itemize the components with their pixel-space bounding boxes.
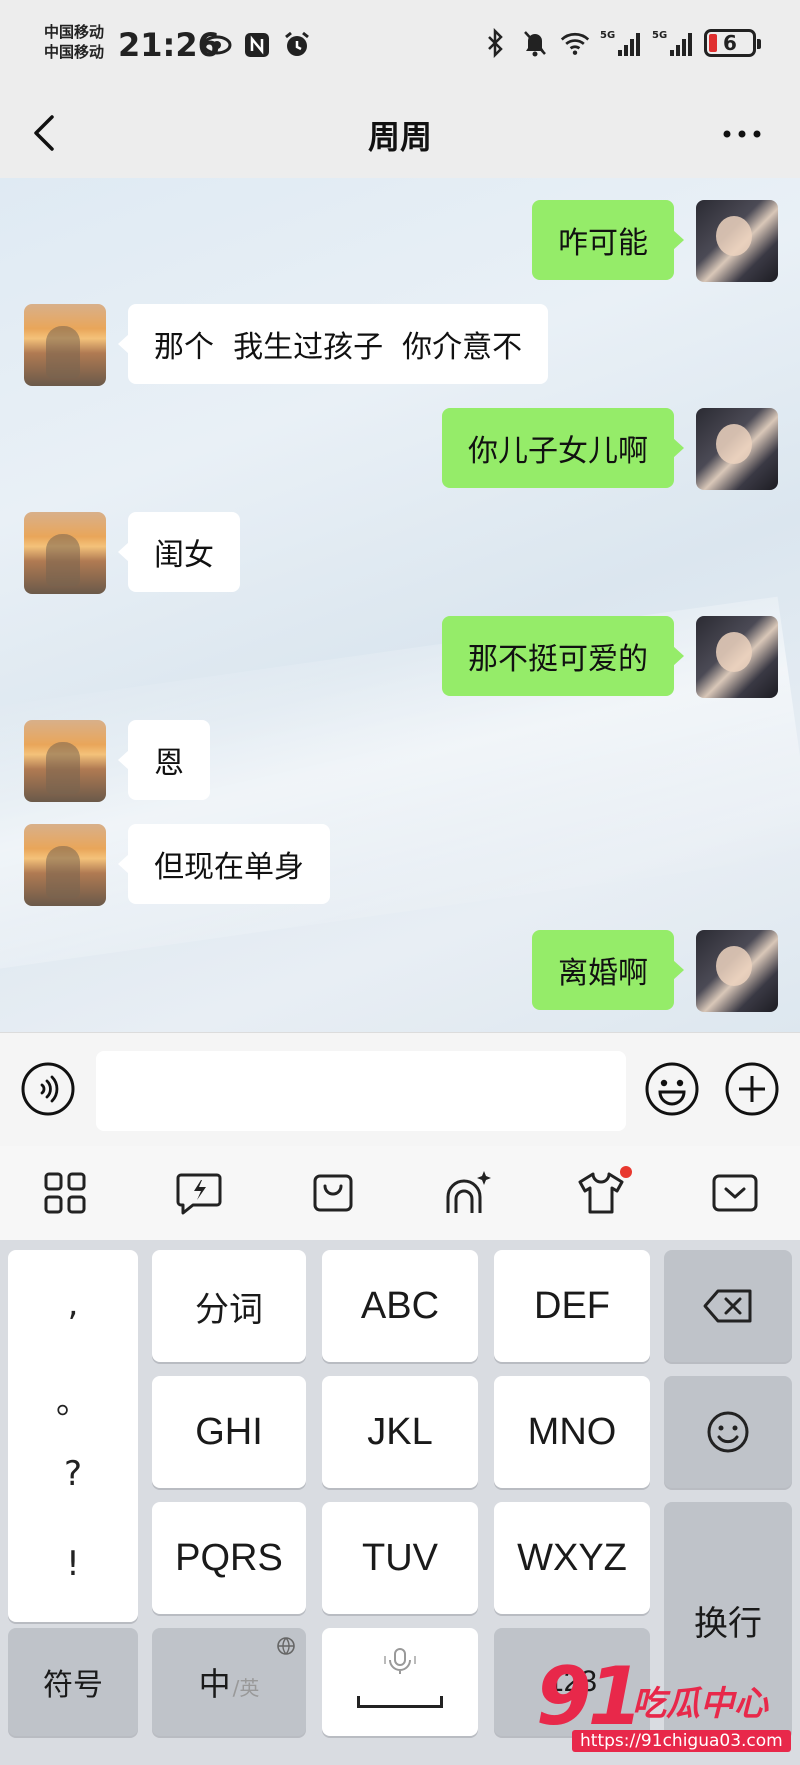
key-ghi[interactable]: GHI (152, 1376, 306, 1488)
emoji-icon (645, 1062, 699, 1116)
numbers-key[interactable]: 123 (494, 1628, 650, 1736)
key-def[interactable]: DEF (494, 1250, 650, 1362)
bag-icon (313, 1174, 353, 1212)
chat-title: 周周 (367, 118, 432, 156)
message-item: 但现在单身 (24, 824, 330, 906)
my-avatar[interactable] (696, 200, 778, 282)
plus-circle-icon (725, 1062, 779, 1116)
message-bubble-sent[interactable]: 你儿子女儿啊 (442, 408, 684, 488)
key-mno[interactable]: MNO (494, 1376, 650, 1488)
battery-indicator: 6 (704, 29, 761, 57)
status-icons-left (202, 30, 312, 60)
mute-bell-icon (520, 28, 550, 58)
hide-keyboard-button[interactable] (706, 1164, 764, 1222)
backspace-key[interactable] (664, 1250, 792, 1362)
emoji-button[interactable] (644, 1061, 700, 1117)
eye-icon (202, 30, 232, 60)
key-abc[interactable]: ABC (322, 1250, 478, 1362)
t9-keyboard: , 。 ? ! 分词 ABC DEF GHI JKL MNO PQRS TUV … (0, 1240, 800, 1765)
message-item: 那不挺可爱的 (442, 616, 778, 698)
keyboard-skin-button[interactable] (572, 1164, 632, 1222)
svg-text:5G: 5G (600, 30, 615, 41)
message-item: 那个 我生过孩子 你介意不 (24, 304, 549, 386)
status-icons-right: 5G 5G 6 (480, 28, 761, 58)
alarm-icon (282, 30, 312, 60)
keyboard-menu-button[interactable] (36, 1164, 94, 1222)
voice-icon (21, 1062, 75, 1116)
quick-reply-button[interactable] (170, 1164, 228, 1222)
contact-avatar[interactable] (24, 512, 106, 594)
notification-dot (620, 1166, 632, 1178)
signal-2-icon: 5G (652, 28, 694, 58)
punct-exclaim[interactable]: ! (8, 1544, 138, 1584)
contact-avatar[interactable] (24, 304, 106, 386)
key-pqrs[interactable]: PQRS (152, 1502, 306, 1614)
more-options-button[interactable] (714, 112, 770, 156)
chevron-down-box-icon (712, 1174, 758, 1212)
more-functions-button[interactable] (724, 1061, 780, 1117)
punct-comma[interactable]: , (8, 1284, 138, 1324)
clipboard-button[interactable] (304, 1164, 362, 1222)
key-wxyz[interactable]: WXYZ (494, 1502, 650, 1614)
key-tuv[interactable]: TUV (322, 1502, 478, 1614)
punctuation-column[interactable]: , 。 ? ! (8, 1250, 138, 1622)
message-bubble-received[interactable]: 恩 (118, 720, 210, 800)
more-dots-icon (723, 130, 761, 138)
my-avatar[interactable] (696, 616, 778, 698)
space-bar-icon (357, 1696, 443, 1708)
punct-question[interactable]: ? (8, 1454, 138, 1494)
message-item: 闺女 (24, 512, 240, 594)
carrier-1: 中国移动 (44, 23, 105, 41)
message-text-input[interactable] (96, 1051, 626, 1131)
contact-avatar[interactable] (24, 720, 106, 802)
symbols-key[interactable]: 符号 (8, 1628, 138, 1736)
lightning-chat-icon (176, 1173, 222, 1215)
message-bubble-received[interactable]: 闺女 (118, 512, 240, 592)
carrier-labels: 中国移动 中国移动 (44, 22, 104, 62)
emoji-key[interactable] (664, 1376, 792, 1488)
backspace-icon (703, 1289, 752, 1323)
key-segment[interactable]: 分词 (152, 1250, 306, 1362)
wifi-icon (560, 28, 590, 58)
message-item: 离婚啊 (532, 930, 778, 1012)
nfc-icon (242, 30, 272, 60)
space-key[interactable] (322, 1628, 478, 1736)
bluetooth-icon (480, 28, 510, 58)
message-bubble-sent[interactable]: 咋可能 (532, 200, 684, 280)
chat-message-list[interactable]: 咋可能 那个 我生过孩子 你介意不 你儿子女儿啊 闺女 那不挺可爱的 恩 但现在… (0, 178, 800, 1032)
enter-key[interactable]: 换行 (664, 1502, 792, 1738)
message-item: 恩 (24, 720, 210, 802)
contact-avatar[interactable] (24, 824, 106, 906)
microphone-icon (384, 1648, 416, 1674)
carrier-2: 中国移动 (44, 43, 105, 61)
svg-text:5G: 5G (652, 30, 667, 41)
status-bar: 中国移动 中国移动 21:26 5G 5G 6 (0, 0, 800, 92)
message-bubble-received[interactable]: 但现在单身 (118, 824, 330, 904)
message-item: 咋可能 (532, 200, 778, 282)
my-avatar[interactable] (696, 930, 778, 1012)
key-jkl[interactable]: JKL (322, 1376, 478, 1488)
tshirt-icon (578, 1172, 624, 1214)
lang-en-label: /英 (232, 1675, 260, 1700)
my-avatar[interactable] (696, 408, 778, 490)
keyboard-toolbar (0, 1146, 800, 1240)
message-bubble-received[interactable]: 那个 我生过孩子 你介意不 (117, 304, 549, 384)
signal-1-icon: 5G (600, 28, 642, 58)
message-item: 你儿子女儿啊 (442, 408, 778, 490)
grid-icon (44, 1172, 86, 1214)
message-input-bar (0, 1032, 800, 1146)
voice-input-button[interactable] (20, 1061, 76, 1117)
message-bubble-sent[interactable]: 离婚啊 (532, 930, 684, 1010)
lang-zh-label: 中 (198, 1665, 231, 1703)
sparkle-arch-icon (446, 1171, 491, 1213)
ai-assistant-button[interactable] (438, 1164, 496, 1222)
language-switch-key[interactable]: 中 /英 (152, 1628, 306, 1736)
globe-icon (277, 1637, 295, 1655)
chat-header: 周周 (0, 92, 800, 178)
message-bubble-sent[interactable]: 那不挺可爱的 (442, 616, 684, 696)
smiley-icon (707, 1411, 749, 1453)
punct-period[interactable]: 。 (8, 1374, 138, 1423)
